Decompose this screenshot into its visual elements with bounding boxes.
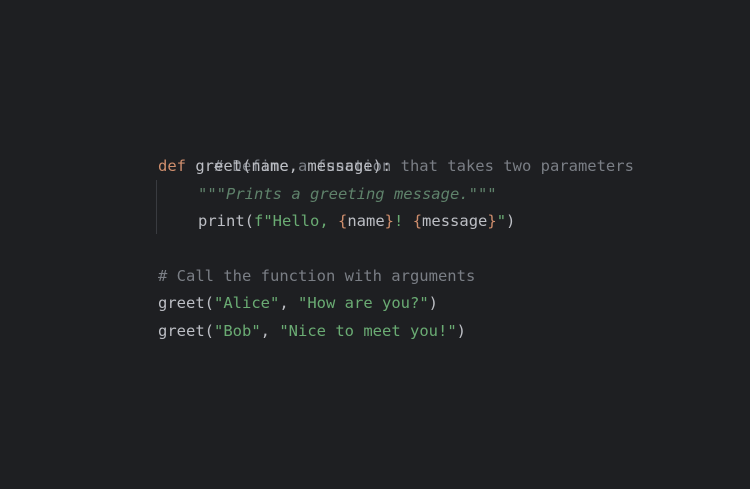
code-line-4[interactable]: print(f"Hello, {name}! {message}") (158, 208, 634, 235)
code-editor[interactable]: # Define a function that takes two param… (0, 0, 750, 489)
function-signature: greet(name, message): (186, 157, 392, 176)
brace-close: } (487, 212, 497, 231)
print-close: ) (506, 212, 516, 231)
var-name: name (347, 212, 385, 231)
string-arg: "Alice" (214, 294, 280, 313)
code-line-5-blank[interactable] (158, 236, 634, 263)
string-arg: "Nice to meet you!" (279, 321, 457, 340)
code-line-3[interactable]: """Prints a greeting message.""" (158, 181, 634, 208)
code-block[interactable]: # Define a function that takes two param… (158, 126, 634, 345)
code-line-7[interactable]: greet("Alice", "How are you?") (158, 290, 634, 317)
string-arg: "How are you?" (298, 294, 429, 313)
arg-separator: , (260, 321, 280, 340)
comment: # Call the function with arguments (158, 266, 476, 285)
fstring-prefix: f"Hello, (254, 212, 338, 231)
brace-open: { (412, 212, 423, 231)
print-call: print( (198, 212, 254, 231)
call-close: ) (428, 294, 438, 313)
docstring: """Prints a greeting message.""" (198, 184, 497, 203)
arg-separator: , (279, 294, 298, 313)
call-open: greet( (158, 294, 214, 313)
indent-guide (156, 180, 157, 234)
code-line-8[interactable]: greet("Bob", "Nice to meet you!") (158, 318, 634, 345)
string-arg: "Bob" (214, 321, 261, 340)
code-line-6[interactable]: # Call the function with arguments (158, 263, 634, 290)
fstring-mid: ! (394, 212, 413, 231)
call-close: ) (456, 321, 466, 340)
brace-close: } (384, 212, 395, 231)
brace-open: { (338, 212, 348, 231)
var-message: message (422, 212, 488, 231)
call-open: greet( (158, 321, 214, 340)
fstring-end: " (496, 212, 507, 231)
code-line-1[interactable]: # Define a function that takes two param… (158, 126, 634, 175)
def-keyword: def (158, 157, 186, 176)
